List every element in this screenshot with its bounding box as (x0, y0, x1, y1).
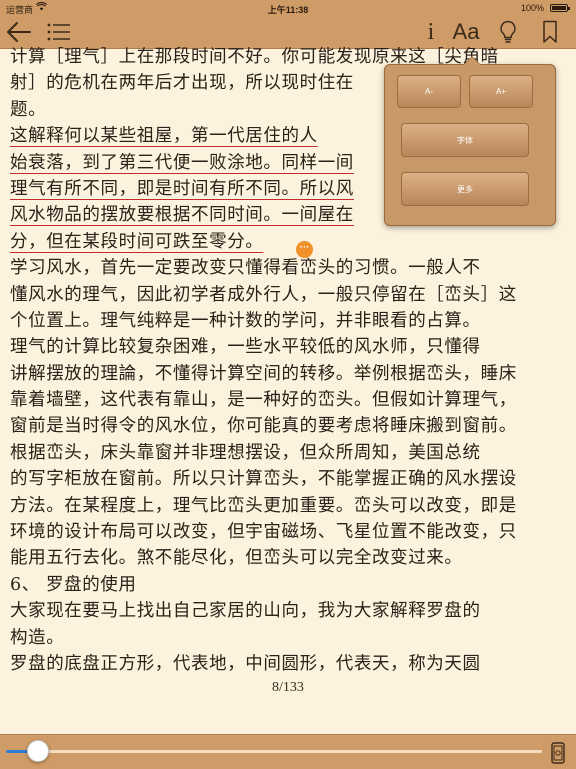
text-line: 根据峦头，床头靠窗并非理想摆设，但众所周知，美国总统 (10, 442, 481, 463)
decrease-font-button[interactable]: A- (397, 75, 461, 108)
battery-percent: 100% (520, 3, 544, 13)
page-progress-slider[interactable] (6, 740, 542, 762)
status-bar: 运营商 上午11:38 100% (0, 0, 576, 16)
status-time: 上午11:38 (267, 5, 309, 15)
text-line: 的写字柜放在窗前。所以只计算峦头，不能掌握正确的风水摆设 (10, 469, 517, 490)
text-line: 环境的设计布局可以改变，但宇宙磁场、飞星位置不能改变，只 (10, 522, 517, 543)
text-line: 靠着墙壁，这代表有靠山，是一种好的峦头。但假如计算理气， (10, 390, 517, 411)
text-line: 能用五行去化。煞不能尽化，但峦头可以完全改变过来。 (10, 548, 463, 569)
page-indicator: 8/133 (272, 680, 304, 695)
text-line: 懂风水的理气，因此初学者成外行人，一般只停留在［峦头］这 (10, 284, 517, 305)
lightbulb-icon (500, 20, 516, 43)
rotation-lock-button[interactable] (548, 741, 568, 765)
text-line: 构造。 (10, 627, 65, 648)
text-line: 个位置上。理气纯粹是一种计数的学问，并非眼看的占算。 (10, 310, 481, 331)
rotation-lock-icon (551, 742, 565, 764)
text-line: 学习风水，首先一定要改变只懂得看峦头的习惯。一般人不 (10, 258, 481, 279)
text-line: 窗前是当时得令的风水位，你可能真的要考虑将睡床搬到窗前。 (10, 416, 517, 437)
font-face-button[interactable]: 字体 (401, 123, 529, 157)
more-settings-button[interactable]: 更多 (401, 172, 529, 206)
battery-icon (550, 4, 570, 12)
font-settings-popover: A- A+ 字体 更多 (384, 56, 556, 226)
back-arrow-icon (7, 22, 31, 42)
highlighted-text-line[interactable]: 分，但在某段时间可跌至零分。 (10, 229, 566, 255)
text-line: 罗盘的底盘正方形，代表地，中间圆形，代表天，称为天圆 (10, 653, 481, 674)
text-line: 大家现在要马上找出自己家居的山向，我为大家解释罗盘的 (10, 601, 481, 622)
note-marker-button[interactable]: ··· (296, 241, 313, 258)
text-line: 理气的计算比较复杂困难，一些水平较低的风水师，只懂得 (10, 337, 481, 358)
slider-thumb[interactable] (27, 740, 50, 762)
increase-font-button[interactable]: A+ (469, 75, 533, 108)
bookmark-icon (543, 20, 557, 43)
text-line: 6、 罗盘的使用 (10, 574, 137, 595)
text-line: 讲解摆放的理論，不懂得计算空间的转移。举例根据峦头，睡床 (10, 363, 517, 384)
bottom-bar (0, 734, 576, 769)
text-line: 方法。在某程度上，理气比峦头更加重要。峦头可以改变，即是 (10, 495, 517, 516)
list-icon (47, 23, 70, 41)
